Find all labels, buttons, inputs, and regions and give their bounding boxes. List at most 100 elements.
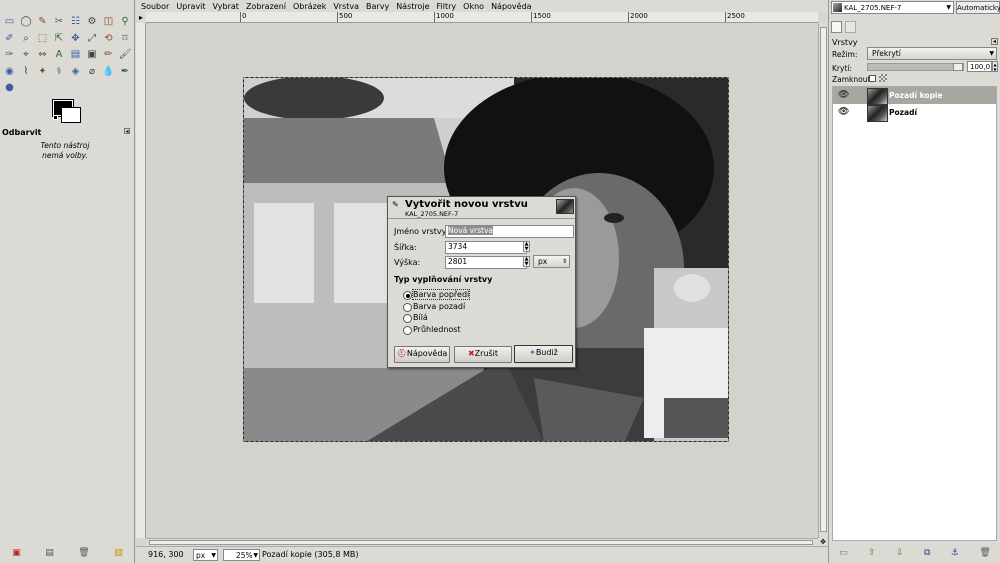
pencil-tool-icon[interactable]: ✏: [102, 48, 115, 61]
scissors-select-tool-icon[interactable]: ✂: [53, 15, 66, 28]
menu-item-3[interactable]: Zobrazení: [246, 2, 286, 11]
fill-option-radio[interactable]: [403, 314, 412, 323]
fill-option-label[interactable]: Průhlednost: [413, 325, 461, 334]
color-picker-tool-icon[interactable]: ✐: [3, 32, 16, 45]
heal-tool-icon[interactable]: ◈: [69, 65, 82, 78]
menu-item-0[interactable]: Soubor: [141, 2, 169, 11]
navigate-icon[interactable]: ✥: [818, 538, 828, 546]
measure-tool-icon[interactable]: ⬚: [36, 32, 49, 45]
fill-option-radio[interactable]: [403, 325, 412, 335]
smudge-tool-icon[interactable]: 💧: [102, 65, 115, 78]
eraser-tool-icon[interactable]: ◉: [3, 65, 16, 78]
layer-row[interactable]: 👁 Pozadí kopie: [833, 87, 996, 105]
zoom-select[interactable]: 25% ▼: [223, 549, 260, 561]
width-spin-buttons[interactable]: ▲ ▼: [523, 241, 530, 252]
menu-item-4[interactable]: Obrázek: [293, 2, 326, 11]
fill-option-radio[interactable]: [403, 302, 412, 312]
ok-button[interactable]: ✦Budiž: [514, 345, 573, 363]
new-layer-icon[interactable]: ▭: [839, 548, 848, 558]
unit-select[interactable]: px ▼: [193, 549, 218, 561]
scale-tool-icon[interactable]: ⌑: [119, 32, 132, 45]
menu-item-10[interactable]: Nápověda: [491, 2, 532, 11]
save-options-icon[interactable]: ▣: [12, 548, 21, 558]
visibility-eye-icon[interactable]: 👁: [838, 107, 849, 117]
crop-tool-icon[interactable]: ⤢: [86, 32, 99, 45]
menu-item-1[interactable]: Upravit: [176, 2, 205, 11]
menu-item-5[interactable]: Vrstva: [333, 2, 359, 11]
move-tool-icon[interactable]: ⇱: [53, 32, 66, 45]
fuzzy-select-tool-icon[interactable]: ☷: [69, 15, 82, 28]
help-button[interactable]: ⛑Nápověda: [394, 346, 450, 363]
anchor-layer-icon[interactable]: ⚓: [951, 548, 959, 558]
menu-item-9[interactable]: Okno: [463, 2, 484, 11]
mode-select[interactable]: Překrytí ▼: [867, 47, 997, 60]
blend-tool-icon[interactable]: ▣: [86, 48, 99, 61]
perspective-clone-tool-icon[interactable]: ⌀: [86, 65, 99, 78]
opacity-input[interactable]: 100,0: [967, 61, 992, 72]
image-select[interactable]: KAL_2705.NEF-7 ▼: [831, 1, 954, 14]
auto-button[interactable]: Automaticky: [956, 1, 1000, 14]
channels-tab[interactable]: [845, 21, 856, 33]
menu-item-2[interactable]: Vybrat: [213, 2, 239, 11]
width-input[interactable]: 3734: [445, 241, 527, 254]
align-tool-icon[interactable]: ✥: [69, 32, 82, 45]
ruler-tick-label: 1500: [531, 12, 551, 22]
height-input[interactable]: 2801: [445, 256, 527, 269]
opacity-slider-handle[interactable]: [953, 63, 963, 71]
background-color-swatch[interactable]: [61, 107, 81, 123]
size-unit-select[interactable]: px ⇕: [533, 255, 570, 268]
fill-option-label[interactable]: Barva popředí: [411, 289, 471, 300]
fill-option-radio[interactable]: [403, 291, 412, 300]
vertical-scrollbar[interactable]: [818, 23, 828, 538]
lock-pixels-checkbox[interactable]: [869, 75, 876, 82]
flip-tool-icon[interactable]: ⇔: [36, 48, 49, 61]
reset-colors-icon[interactable]: [53, 115, 58, 120]
color-select-tool-icon[interactable]: ⚙: [86, 15, 99, 28]
menu-item-8[interactable]: Filtry: [437, 2, 457, 11]
fill-option-label[interactable]: Barva pozadí: [413, 302, 465, 311]
airbrush-tool-icon[interactable]: ⌇: [20, 65, 33, 78]
width-label: Šířka:: [394, 243, 417, 252]
foreground-select-tool-icon[interactable]: ◫: [102, 15, 115, 28]
horizontal-scroll-thumb[interactable]: [149, 540, 813, 545]
visibility-eye-icon[interactable]: 👁: [838, 90, 849, 100]
vertical-scroll-thumb[interactable]: [820, 27, 827, 532]
layers-tab[interactable]: [831, 21, 842, 33]
tab-menu-icon[interactable]: ◂: [991, 38, 998, 45]
cancel-button[interactable]: ✖Zrušit: [454, 346, 512, 363]
opacity-slider[interactable]: [867, 63, 964, 71]
menu-item-6[interactable]: Barvy: [366, 2, 389, 11]
raise-layer-icon[interactable]: ⇧: [868, 548, 876, 558]
lower-layer-icon[interactable]: ⇩: [896, 548, 904, 558]
perspective-tool-icon[interactable]: ⌖: [20, 48, 33, 61]
ink-tool-icon[interactable]: ✦: [36, 65, 49, 78]
restore-options-icon[interactable]: ▤: [45, 548, 54, 558]
lock-alpha-icon[interactable]: [879, 74, 887, 82]
ellipse-select-tool-icon[interactable]: ◯: [20, 15, 33, 28]
layer-row[interactable]: 👁 Pozadí: [833, 104, 996, 122]
text-tool-icon[interactable]: A: [53, 48, 66, 61]
rotate-tool-icon[interactable]: ⟲: [102, 32, 115, 45]
delete-layer-icon[interactable]: 🗑: [979, 548, 990, 558]
tab-menu-icon[interactable]: ◂: [124, 128, 130, 135]
clone-tool-icon[interactable]: ⚕: [53, 65, 66, 78]
height-spin-buttons[interactable]: ▲ ▼: [523, 256, 530, 267]
duplicate-layer-icon[interactable]: ⧉: [924, 548, 930, 558]
rect-select-tool-icon[interactable]: ▭: [3, 15, 16, 28]
shear-tool-icon[interactable]: ✑: [3, 48, 16, 61]
dodge-burn-tool-icon[interactable]: ✒: [119, 65, 132, 78]
layer-name-input[interactable]: Nová vrstva: [445, 225, 574, 238]
bucket-fill-tool-icon[interactable]: ▤: [69, 48, 82, 61]
zoom-tool-icon[interactable]: ⌕: [20, 32, 33, 45]
delete-options-icon[interactable]: 🗑: [78, 548, 89, 558]
quick-mask-arrow-icon[interactable]: ▸: [136, 12, 146, 23]
paths-tool-icon[interactable]: ⚲: [119, 15, 132, 28]
opacity-spin-buttons[interactable]: ▲ ▼: [992, 61, 998, 72]
paintbrush-tool-icon[interactable]: 🖌: [119, 48, 132, 61]
blur-tool-icon[interactable]: ●: [3, 81, 16, 94]
horizontal-scrollbar[interactable]: [146, 538, 818, 546]
menu-item-7[interactable]: Nástroje: [396, 2, 429, 11]
reset-options-icon[interactable]: ▧: [114, 548, 123, 558]
fill-option-label[interactable]: Bílá: [413, 313, 428, 322]
free-select-tool-icon[interactable]: ✎: [36, 15, 49, 28]
